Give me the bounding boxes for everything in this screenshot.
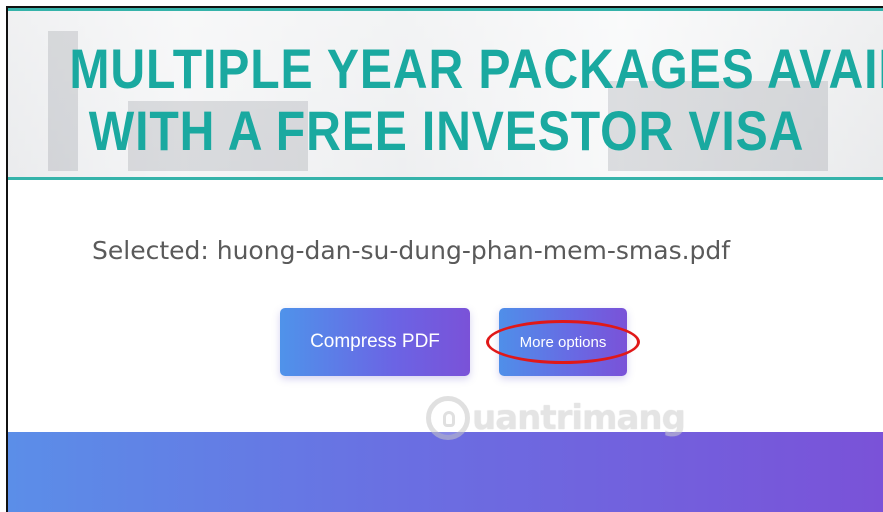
more-options-button[interactable]: More options: [499, 308, 627, 376]
page-frame: MULTIPLE YEAR PACKAGES AVAILABLE WITH A …: [6, 6, 883, 512]
banner-headline-line1: MULTIPLE YEAR PACKAGES AVAILABLE: [69, 37, 883, 100]
ad-banner[interactable]: MULTIPLE YEAR PACKAGES AVAILABLE WITH A …: [8, 8, 883, 180]
compress-pdf-button[interactable]: Compress PDF: [280, 308, 470, 376]
selected-file-label: Selected: huong-dan-su-dung-phan-mem-sma…: [92, 236, 731, 265]
banner-headline-line2: WITH A FREE INVESTOR VISA: [88, 99, 805, 162]
bottom-gradient-section: [8, 432, 883, 512]
